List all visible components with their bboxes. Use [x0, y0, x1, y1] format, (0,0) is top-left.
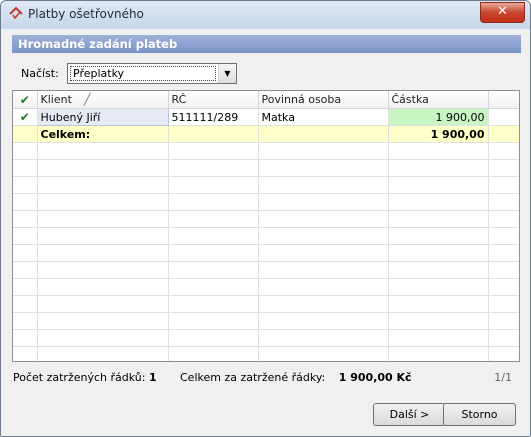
total-empty	[488, 125, 519, 143]
total-label: Celkem:	[37, 125, 169, 143]
empty-row	[13, 278, 519, 296]
empty-row	[13, 176, 519, 194]
table-row[interactable]: ✔ Hubený Jiří 511111/289 Matka 1 900,00	[13, 108, 519, 126]
checked-total-value: 1 900,00 Kč	[338, 371, 412, 384]
section-title: Hromadné zadání plateb	[18, 37, 178, 51]
payments-grid[interactable]: ✔ Klient ╱ RČ Povinná osoba Částka ✔ Hube…	[12, 90, 520, 362]
next-button[interactable]: Další >	[373, 403, 446, 426]
checked-rows-status: Počet zatržených řádků: 1	[13, 371, 157, 384]
cell-person[interactable]: Matka	[258, 108, 389, 126]
empty-row	[13, 159, 519, 177]
empty-row	[13, 193, 519, 211]
total-empty-rc	[168, 125, 259, 143]
cell-amount[interactable]: 1 900,00	[388, 108, 489, 126]
grid-header-row: ✔ Klient ╱ RČ Povinná osoba Částka	[13, 91, 519, 109]
title-bar[interactable]: Platby ošetřovného ✕	[1, 1, 530, 29]
empty-row	[13, 210, 519, 228]
load-dropdown[interactable]: Přeplatky ▼	[67, 63, 237, 84]
empty-row	[13, 142, 519, 160]
column-client-label: Klient	[40, 93, 72, 106]
page-indicator: 1/1	[494, 371, 512, 384]
checked-total-label: Celkem za zatržené řádky:	[180, 371, 326, 384]
empty-row	[13, 295, 519, 313]
empty-row	[13, 244, 519, 262]
empty-row	[13, 227, 519, 245]
column-header-empty	[488, 91, 519, 109]
total-check-cell	[13, 125, 38, 143]
close-button[interactable]: ✕	[480, 2, 525, 23]
column-header-check[interactable]: ✔	[13, 91, 38, 109]
section-header: Hromadné zadání plateb	[12, 35, 521, 53]
column-header-client[interactable]: Klient ╱	[37, 91, 169, 109]
checked-rows-value: 1	[148, 371, 157, 384]
column-header-rc[interactable]: RČ	[168, 91, 259, 109]
empty-row	[13, 312, 519, 330]
cell-rc[interactable]: 511111/289	[168, 108, 259, 126]
column-header-amount[interactable]: Částka	[388, 91, 489, 109]
window-title: Platby ošetřovného	[28, 7, 144, 21]
column-header-person[interactable]: Povinná osoba	[258, 91, 389, 109]
dialog-body: Hromadné zadání plateb Načíst: Přeplatky…	[9, 29, 522, 428]
checked-total-status: Celkem za zatržené řádky: 1 900,00 Kč	[180, 371, 412, 384]
cell-client[interactable]: Hubený Jiří	[36, 108, 169, 126]
checked-rows-label: Počet zatržených řádků:	[13, 371, 146, 384]
dialog-window: Platby ošetřovného ✕ Hromadné zadání pla…	[0, 0, 531, 437]
app-icon	[9, 6, 23, 20]
load-label: Načíst:	[21, 67, 59, 80]
total-empty-person	[258, 125, 389, 143]
empty-row	[13, 346, 519, 361]
row-check-icon[interactable]: ✔	[13, 108, 38, 126]
cancel-button[interactable]: Storno	[443, 403, 516, 426]
empty-row	[13, 261, 519, 279]
cell-empty	[488, 108, 519, 126]
total-amount: 1 900,00	[388, 125, 489, 143]
chevron-down-icon[interactable]: ▼	[218, 64, 236, 83]
total-row: Celkem: 1 900,00	[13, 125, 519, 143]
load-dropdown-value: Přeplatky	[70, 66, 216, 81]
empty-row	[13, 329, 519, 347]
sort-icon: ╱	[83, 93, 91, 106]
